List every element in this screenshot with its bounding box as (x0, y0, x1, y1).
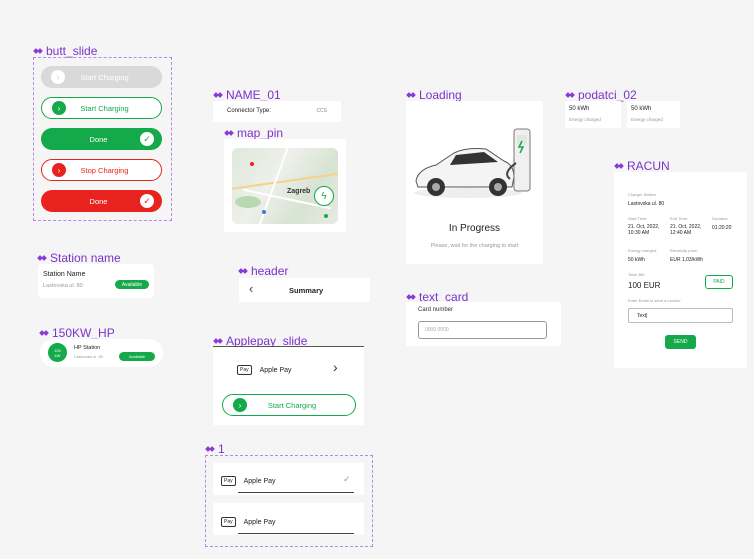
station-name: Station Name (43, 271, 86, 278)
end-time-value: 21. Oct, 2022, 12:40 AM (670, 224, 702, 236)
energy-label: Energy charged (631, 117, 663, 122)
chevron-right-icon[interactable]: › (333, 359, 338, 375)
duration-label: Duration: (712, 216, 729, 221)
email-value: Text| (637, 313, 648, 319)
button-label: Done (89, 134, 108, 144)
frame-label-loading: Loading (407, 88, 462, 102)
electricity-price-label: Electricity price: (670, 248, 699, 253)
chevron-right-icon: › (52, 163, 66, 177)
map-view[interactable]: Zagreb ϟ (232, 148, 338, 224)
frame-label-racun: RACUN (615, 159, 670, 173)
energy-charged-value: 50 kWh (628, 257, 645, 263)
power-badge: 150 kW (48, 343, 67, 362)
payment-option-row[interactable]: Pay Apple Pay (213, 503, 364, 535)
invoice-card: Charger Station Lastovska ul. 80 Start T… (614, 172, 747, 368)
start-time-label: Start Time: (628, 216, 648, 221)
map-marker-icon (262, 210, 266, 214)
station-label: Charger Station (628, 192, 657, 197)
send-button[interactable]: SEND (665, 335, 696, 349)
map-pin-card: Zagreb ϟ (224, 139, 346, 232)
connector-type-row: Connector Type: CCS (213, 101, 341, 122)
station-address: Lastovska ul. 80 (43, 283, 83, 289)
electricity-price-value: EUR 1,03/kWh (670, 257, 704, 263)
stop-charging-button[interactable]: › Stop Charging (41, 159, 162, 181)
button-label: Stop Charging (80, 165, 129, 175)
apple-pay-logo-icon: Pay (221, 517, 236, 527)
done-button-green[interactable]: Done ✓ (41, 128, 162, 150)
frame-label-one: 1 (206, 442, 225, 456)
energy-charged-label: Energy charged: (628, 248, 658, 253)
button-label: Done (89, 196, 108, 206)
header-title: Summary (289, 286, 324, 295)
available-badge: Available (119, 352, 155, 361)
apple-pay-logo-icon: Pay (221, 476, 236, 486)
frame-label-150kw-hp: 150KW_HP (40, 326, 115, 340)
station-card[interactable]: Station Name Lastovska ul. 80 Available (38, 264, 154, 298)
check-icon: ✓ (140, 132, 154, 146)
apple-pay-label: Apple Pay (259, 366, 292, 374)
frame-label-butt-slide: butt_slide (34, 44, 97, 58)
ev-charging-illustration (414, 128, 531, 198)
hp-station-address: Lastovska ul. 80 (74, 354, 103, 359)
charging-bolt-pin-icon[interactable]: ϟ (314, 186, 334, 206)
divider (238, 533, 354, 534)
available-badge: Available (115, 280, 149, 289)
loading-subtitle: Please, wait for the charging to start (430, 243, 519, 249)
total-bill-value: 100 EUR (628, 281, 661, 290)
chevron-right-icon: › (233, 398, 247, 412)
frame-label-name01: NAME_01 (214, 88, 281, 102)
end-time-label: End Time: (670, 216, 689, 221)
divider (238, 492, 354, 493)
start-charging-button[interactable]: › Start Charging (41, 97, 162, 119)
done-button-red[interactable]: Done ✓ (41, 190, 162, 212)
station-value: Lastovska ul. 80 (628, 201, 665, 207)
apple-pay-row[interactable]: Pay Apple Pay (237, 365, 292, 375)
hp-station-card[interactable]: 150 kW HP Station Lastovska ul. 80 Avail… (40, 339, 163, 367)
hp-station-name: HP Station (74, 345, 101, 351)
connector-type-value: CCS (316, 108, 327, 114)
back-arrow-icon[interactable]: ‹ (249, 281, 253, 296)
energy-value: 50 kWh (569, 106, 590, 112)
map-marker-icon (324, 214, 328, 218)
map-city-label: Zagreb (287, 188, 311, 195)
energy-value: 50 kWh (631, 106, 652, 112)
card-number-input[interactable]: 0000 0000 (418, 321, 547, 339)
applepay-start-charging-button[interactable]: › Start Charging (222, 394, 356, 416)
payment-option-row[interactable]: Pay Apple Pay ✓ (213, 463, 364, 495)
loading-card: In Progress Please, wait for the chargin… (406, 101, 543, 264)
frame-label-station-name: Station name (38, 251, 121, 265)
apple-pay-logo-icon: Pay (237, 365, 252, 375)
power-unit: kW (54, 352, 61, 358)
summary-header: ‹ Summary (239, 278, 370, 302)
energy-label: Energy charged (569, 117, 601, 122)
email-input[interactable]: Text| (628, 308, 733, 323)
paid-badge: PAID (705, 275, 733, 289)
applepay-slide-card: Pay Apple Pay › › Start Charging (213, 346, 364, 425)
energy-stat-card: 50 kWh Energy charged (565, 101, 621, 128)
chevron-right-icon: › (52, 101, 66, 115)
total-bill-label: Total: Bill: (628, 272, 646, 277)
card-number-label: Card number (418, 307, 454, 313)
text-card: Card number 0000 0000 (406, 302, 561, 346)
loading-title: In Progress (448, 223, 501, 234)
apple-pay-label: Apple Pay (243, 518, 276, 526)
email-label: Enter Email to send a Invoice: (628, 298, 682, 303)
start-charging-disabled-button[interactable]: › Start Charging (41, 66, 162, 88)
check-icon: ✓ (343, 474, 351, 484)
chevron-right-icon: › (51, 70, 65, 84)
frame-label-podatci: podatci_02 (566, 88, 637, 102)
button-label: Start Charging (80, 103, 129, 113)
button-label: Start Charging (80, 72, 129, 82)
frame-label-header: header (239, 264, 288, 278)
connector-type-label: Connector Type: (227, 108, 271, 114)
card-number-placeholder: 0000 0000 (425, 327, 449, 333)
start-time-value: 21. Oct, 2022, 10:30 AM (628, 224, 660, 236)
frame-label-map-pin: map_pin (225, 126, 283, 140)
duration-value: 01:20:20 (712, 225, 732, 231)
check-icon: ✓ (140, 194, 154, 208)
map-marker-icon (250, 162, 254, 166)
energy-stat-card: 50 kWh Energy charged (627, 101, 680, 128)
button-label: Start Charging (267, 400, 317, 410)
apple-pay-label: Apple Pay (243, 477, 276, 485)
